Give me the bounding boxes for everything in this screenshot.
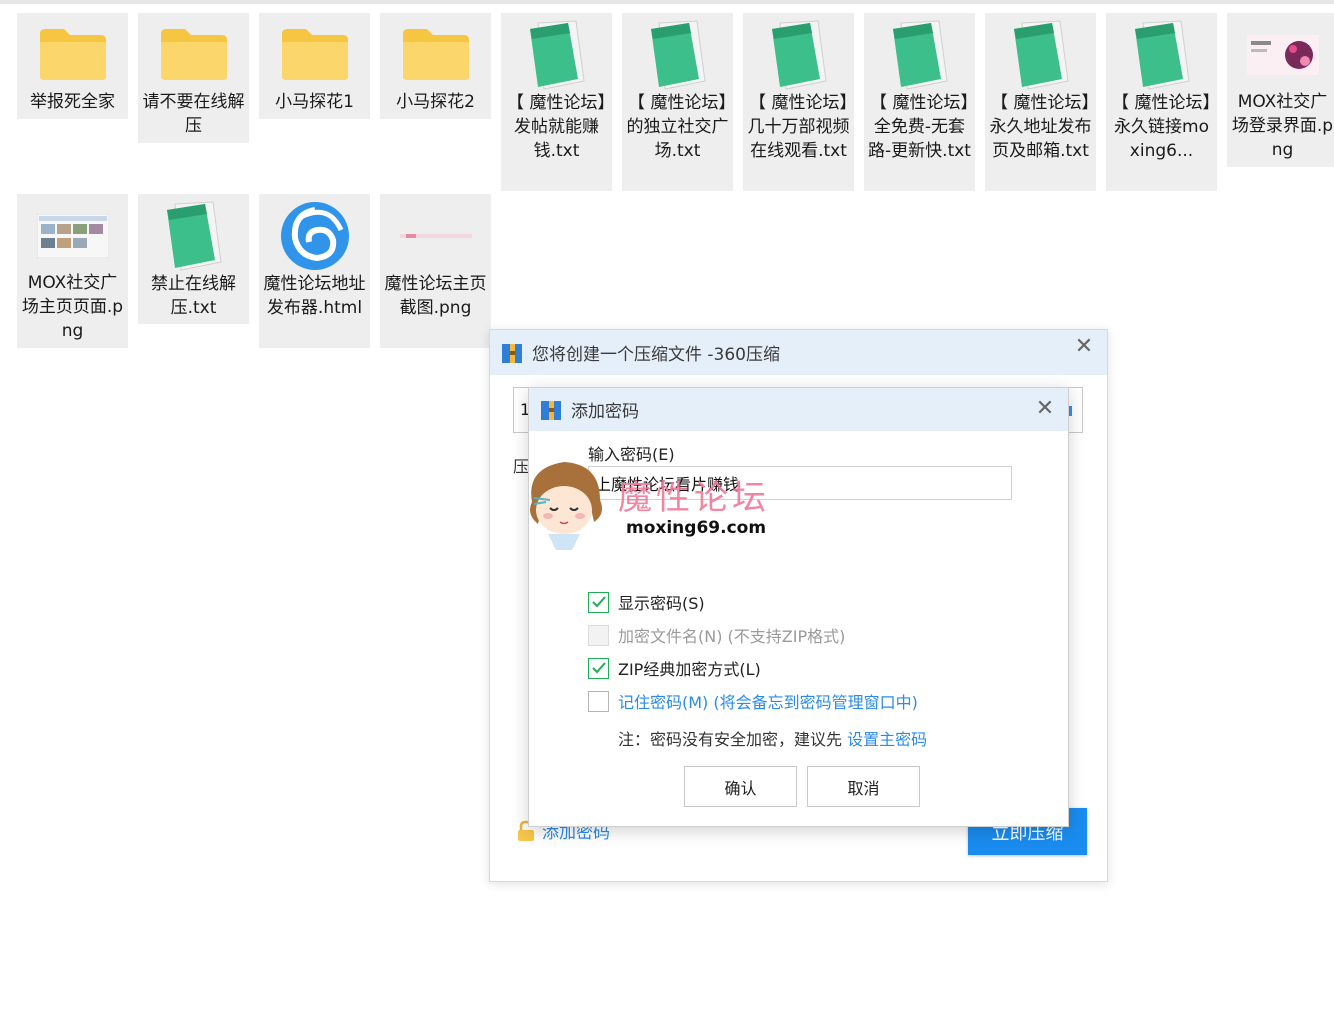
file-name: 举报死全家 xyxy=(30,91,115,112)
cancel-button[interactable]: 取消 xyxy=(807,766,920,807)
file-name: 【 魔性论坛】发帖就能赚钱.txt xyxy=(507,93,606,161)
notepad-icon xyxy=(519,19,595,91)
notepad-icon xyxy=(1124,19,1200,91)
notepad-icon xyxy=(761,19,837,91)
folder-icon xyxy=(277,19,353,90)
folder-icon xyxy=(35,19,111,90)
compress-window-titlebar: 您将创建一个压缩文件 -360压缩 xyxy=(490,330,1107,375)
close-icon[interactable]: ✕ xyxy=(1034,396,1056,421)
file-name: 【 魔性论坛】几十万部视频在线观看.txt xyxy=(747,93,850,161)
dialog-title: 添加密码 xyxy=(571,402,639,422)
option-label: 加密文件名(N) (不支持ZIP格式) xyxy=(618,627,846,646)
file-item[interactable]: 【 魔性论坛】的独立社交广场.txt xyxy=(622,13,733,191)
file-name: 【 魔性论坛】的独立社交广场.txt xyxy=(626,93,729,161)
file-item[interactable]: 举报死全家 xyxy=(17,13,128,119)
file-name: 魔性论坛地址发布器.html xyxy=(263,274,366,318)
notepad-icon xyxy=(882,19,958,91)
option-label: 显示密码(S) xyxy=(618,594,705,613)
security-note: 注：密码没有安全加密，建议先 设置主密码 xyxy=(618,726,927,750)
remember-password-option[interactable]: 记住密码(M) (将会备忘到密码管理窗口中) xyxy=(588,689,918,713)
file-name: 【 魔性论坛】永久地址发布页及邮箱.txt xyxy=(989,93,1092,161)
file-item[interactable]: 【 魔性论坛】永久链接moxing6... xyxy=(1106,13,1217,191)
confirm-button[interactable]: 确认 xyxy=(684,766,797,807)
file-name: 小马探花1 xyxy=(275,91,354,112)
image-thumbnail-icon xyxy=(1245,19,1321,90)
show-password-option[interactable]: 显示密码(S) xyxy=(588,590,705,614)
archive-app-icon xyxy=(541,400,561,420)
file-item[interactable]: 【 魔性论坛】全免费-无套路-更新快.txt xyxy=(864,13,975,191)
compress-window-title: 您将创建一个压缩文件 -360压缩 xyxy=(532,345,780,365)
file-name: 魔性论坛主页截图.png xyxy=(384,274,487,318)
add-password-dialog: 添加密码 ✕ 输入密码(E) 显示密码(S) 加密文件名(N) (不支持ZIP格… xyxy=(528,387,1069,827)
password-label: 输入密码(E) xyxy=(588,445,675,464)
option-label: ZIP经典加密方式(L) xyxy=(618,660,761,679)
option-label: 记住密码(M) (将会备忘到密码管理窗口中) xyxy=(618,693,918,712)
checkbox[interactable] xyxy=(588,591,609,613)
file-name: 禁止在线解压.txt xyxy=(151,274,236,318)
file-item[interactable]: 小马探花2 xyxy=(380,13,491,119)
file-item[interactable]: 小马探花1 xyxy=(259,13,370,119)
checkmark-icon xyxy=(591,596,606,608)
file-item[interactable]: 【 魔性论坛】永久地址发布页及邮箱.txt xyxy=(985,13,1096,191)
file-name: 请不要在线解压 xyxy=(142,91,245,136)
file-item[interactable]: 【 魔性论坛】发帖就能赚钱.txt xyxy=(501,13,612,191)
encrypt-filenames-option: 加密文件名(N) (不支持ZIP格式) xyxy=(588,623,845,647)
file-name: MOX社交广场登录界面.png xyxy=(1231,92,1334,160)
archive-app-icon xyxy=(502,343,522,363)
browser-icon xyxy=(277,200,353,272)
file-item[interactable]: 禁止在线解压.txt xyxy=(138,194,249,324)
folder-icon xyxy=(156,19,232,90)
file-name: 【 魔性论坛】永久链接moxing6... xyxy=(1112,93,1211,161)
zip-classic-encryption-option[interactable]: ZIP经典加密方式(L) xyxy=(588,656,761,680)
checkbox[interactable] xyxy=(588,657,609,679)
note-text: 注：密码没有安全加密，建议先 xyxy=(618,730,848,749)
checkbox xyxy=(588,624,609,646)
file-item[interactable]: MOX社交广场主页页面.png xyxy=(17,194,128,348)
notepad-icon xyxy=(640,19,716,91)
checkmark-icon xyxy=(591,662,606,674)
close-icon[interactable]: ✕ xyxy=(1073,334,1095,359)
dialog-titlebar: 添加密码 xyxy=(529,388,1068,431)
file-item[interactable]: 请不要在线解压 xyxy=(138,13,249,143)
notepad-icon xyxy=(156,200,232,272)
image-thumbnail-icon xyxy=(398,200,474,272)
explorer-top-border xyxy=(0,0,1334,4)
password-input[interactable] xyxy=(588,466,1012,500)
file-name: 【 魔性论坛】全免费-无套路-更新快.txt xyxy=(868,93,971,161)
file-name: 小马探花2 xyxy=(396,91,475,112)
folder-icon xyxy=(398,19,474,90)
image-thumbnail-icon xyxy=(35,200,111,271)
notepad-icon xyxy=(1003,19,1079,91)
file-item[interactable]: 魔性论坛地址发布器.html xyxy=(259,194,370,348)
compress-option-label: 压 xyxy=(513,457,530,476)
file-item[interactable]: MOX社交广场登录界面.png xyxy=(1227,13,1334,167)
file-item[interactable]: 【 魔性论坛】几十万部视频在线观看.txt xyxy=(743,13,854,191)
file-item[interactable]: 魔性论坛主页截图.png xyxy=(380,194,491,348)
checkbox[interactable] xyxy=(588,690,609,712)
set-master-password-link[interactable]: 设置主密码 xyxy=(847,730,927,749)
file-name: MOX社交广场主页页面.png xyxy=(21,273,124,341)
